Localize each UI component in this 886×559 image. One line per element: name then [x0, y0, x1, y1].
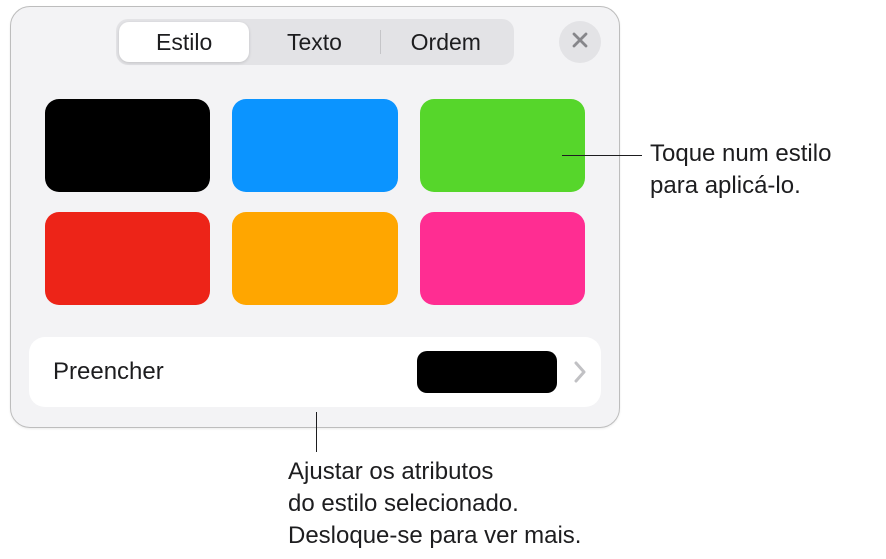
callout-fill-row: Ajustar os atributos do estilo seleciona… [288, 456, 581, 552]
style-swatch-orange[interactable] [232, 212, 397, 305]
tab-style[interactable]: Estilo [119, 22, 249, 62]
close-icon [571, 31, 589, 54]
fill-label: Preencher [53, 358, 417, 386]
style-swatch-red[interactable] [45, 212, 210, 305]
close-button[interactable] [559, 21, 601, 63]
tab-order-label: Ordem [411, 29, 481, 56]
style-swatch-grid [11, 71, 619, 315]
tab-segmented-control: Estilo Texto Ordem [116, 19, 514, 65]
chevron-right-icon [573, 361, 587, 383]
style-swatch-magenta[interactable] [420, 212, 585, 305]
callout-style-swatch: Toque num estilo para aplicá-lo. [650, 138, 831, 202]
tab-text[interactable]: Texto [249, 22, 379, 62]
format-popover: Estilo Texto Ordem Preencher [10, 6, 620, 428]
style-swatch-green[interactable] [420, 99, 585, 192]
tab-style-label: Estilo [156, 29, 212, 56]
popover-header: Estilo Texto Ordem [11, 7, 619, 71]
tab-order[interactable]: Ordem [381, 22, 511, 62]
style-swatch-black[interactable] [45, 99, 210, 192]
callout-line [562, 155, 642, 156]
fill-row[interactable]: Preencher [29, 337, 601, 407]
tab-text-label: Texto [287, 29, 342, 56]
callout-line [316, 412, 317, 452]
style-swatch-blue[interactable] [232, 99, 397, 192]
fill-color-preview [417, 351, 557, 393]
